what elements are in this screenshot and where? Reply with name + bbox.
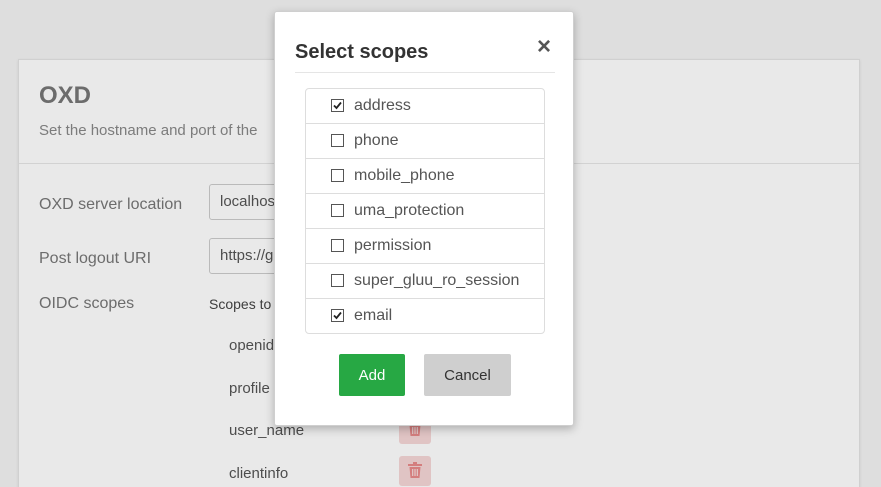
check-icon xyxy=(333,101,342,110)
scope-list: address phone mobile_phone uma_protectio… xyxy=(305,88,545,334)
page: OXD Set the hostname and port of the OXD… xyxy=(0,0,881,487)
scope-checkbox[interactable] xyxy=(331,239,344,252)
scope-option-super-gluu-ro-session[interactable]: super_gluu_ro_session xyxy=(306,264,544,299)
scope-label: super_gluu_ro_session xyxy=(354,272,520,289)
modal-title: Select scopes xyxy=(295,41,429,63)
scope-checkbox[interactable] xyxy=(331,134,344,147)
scope-checkbox[interactable] xyxy=(331,169,344,182)
add-button[interactable]: Add xyxy=(339,354,405,396)
scope-checkbox[interactable] xyxy=(331,99,344,112)
scope-option-phone[interactable]: phone xyxy=(306,124,544,159)
scope-checkbox[interactable] xyxy=(331,204,344,217)
scope-label: phone xyxy=(354,132,399,149)
scope-checkbox[interactable] xyxy=(331,274,344,287)
scope-option-uma-protection[interactable]: uma_protection xyxy=(306,194,544,229)
check-icon xyxy=(333,311,342,320)
scope-option-permission[interactable]: permission xyxy=(306,229,544,264)
scope-label: permission xyxy=(354,237,432,254)
scope-label: email xyxy=(354,307,393,324)
scope-label: mobile_phone xyxy=(354,167,455,184)
scope-checkbox[interactable] xyxy=(331,309,344,322)
scope-option-address[interactable]: address xyxy=(306,89,544,124)
select-scopes-dialog: Select scopes × address phone mobile_pho… xyxy=(274,11,574,426)
modal-header: Select scopes × xyxy=(295,12,555,73)
scope-label: address xyxy=(354,97,411,114)
close-icon[interactable]: × xyxy=(533,35,555,59)
scope-option-email[interactable]: email xyxy=(306,299,544,333)
scope-label: uma_protection xyxy=(354,202,465,219)
scope-option-mobile-phone[interactable]: mobile_phone xyxy=(306,159,544,194)
cancel-button[interactable]: Cancel xyxy=(424,354,511,396)
